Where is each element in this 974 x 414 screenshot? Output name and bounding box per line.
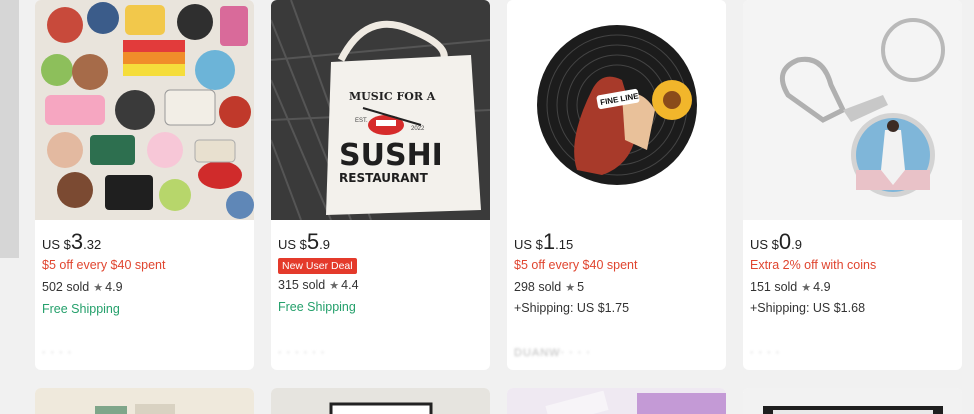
price-decimal: .15 bbox=[555, 237, 574, 252]
price: US $3.32 bbox=[42, 229, 101, 255]
sold-count: 298 sold bbox=[514, 280, 562, 294]
product-image-enamel-pin[interactable]: FINE LINE bbox=[507, 0, 726, 220]
price-currency: US $ bbox=[514, 237, 543, 252]
shipping-info: +Shipping: US $1.75 bbox=[514, 301, 630, 315]
sold-count: 151 sold bbox=[750, 280, 798, 294]
rating-value: 5 bbox=[577, 280, 585, 294]
sold-count: 502 sold bbox=[42, 280, 90, 294]
rating-value: 4.9 bbox=[813, 280, 831, 294]
rating-value: 4.9 bbox=[105, 280, 123, 294]
price-integer: 3 bbox=[70, 229, 84, 254]
price-decimal: .32 bbox=[83, 237, 102, 252]
shipping-info: Free Shipping bbox=[278, 300, 356, 314]
tote-text-restaurant: RESTAURANT bbox=[339, 171, 429, 185]
price-currency: US $ bbox=[278, 237, 307, 252]
product-card-keychain[interactable]: US $0.9 Extra 2% off with coins 151 sold… bbox=[743, 0, 962, 370]
store-name[interactable]: DUANW‧ ‧ ‧ ‧ bbox=[514, 346, 591, 359]
price-currency: US $ bbox=[42, 237, 71, 252]
shipping-info: +Shipping: US $1.68 bbox=[750, 301, 866, 315]
sold-rating: 151 sold ★ 4.9 bbox=[750, 280, 831, 294]
product-card-enamel-pin[interactable]: FINE LINE US $1.15 $5 off every $40 spen… bbox=[507, 0, 726, 370]
page-scrollbar[interactable] bbox=[0, 0, 19, 258]
product-card-row2-1[interactable] bbox=[35, 388, 254, 414]
star-icon: ★ bbox=[801, 282, 812, 294]
shipping-info: Free Shipping bbox=[42, 302, 120, 316]
promo-text: Extra 2% off with coins bbox=[750, 258, 877, 272]
product-card-row2-3[interactable] bbox=[507, 388, 726, 414]
store-name[interactable]: ‧ ‧ ‧ ‧ bbox=[750, 346, 780, 359]
rating-value: 4.4 bbox=[341, 278, 359, 292]
sold-rating: 315 sold ★ 4.4 bbox=[278, 278, 359, 292]
star-icon: ★ bbox=[565, 282, 576, 294]
store-name[interactable]: ‧ ‧ ‧ ‧ bbox=[42, 346, 72, 359]
price: US $0.9 bbox=[750, 229, 802, 255]
price-decimal: .9 bbox=[791, 237, 802, 252]
price-integer: 5 bbox=[306, 229, 320, 254]
product-image-stickers[interactable] bbox=[35, 0, 254, 220]
price: US $5.9 bbox=[278, 229, 330, 255]
price-integer: 1 bbox=[542, 229, 556, 254]
price: US $1.15 bbox=[514, 229, 573, 255]
tote-text-sushi: SUSHI bbox=[339, 138, 443, 173]
price-decimal: .9 bbox=[319, 237, 330, 252]
product-card-tote-bag[interactable]: MUSIC FOR A EST. 2022 SUSHI RESTAURANT U… bbox=[271, 0, 490, 370]
promo-text: $5 off every $40 spent bbox=[42, 258, 166, 272]
sold-rating: 502 sold ★ 4.9 bbox=[42, 280, 123, 294]
new-user-deal-badge: New User Deal bbox=[278, 258, 357, 274]
store-name[interactable]: ‧ ‧ ‧ ‧ ‧ ‧ bbox=[278, 346, 325, 359]
product-image-tote-bag[interactable]: MUSIC FOR A EST. 2022 SUSHI RESTAURANT bbox=[271, 0, 490, 220]
product-card-stickers[interactable]: US $3.32 $5 off every $40 spent 502 sold… bbox=[35, 0, 254, 370]
product-card-row2-4[interactable] bbox=[743, 388, 962, 414]
star-icon: ★ bbox=[93, 282, 104, 294]
sold-count: 315 sold bbox=[278, 278, 326, 292]
star-icon: ★ bbox=[329, 280, 340, 292]
promo-text: $5 off every $40 spent bbox=[514, 258, 638, 272]
product-card-row2-2[interactable] bbox=[271, 388, 490, 414]
sold-rating: 298 sold ★ 5 bbox=[514, 280, 584, 294]
tote-text-year: 2022 bbox=[411, 126, 425, 132]
price-currency: US $ bbox=[750, 237, 779, 252]
tote-text-music: MUSIC FOR A bbox=[349, 90, 436, 103]
price-integer: 0 bbox=[778, 229, 792, 254]
product-image-keychain[interactable] bbox=[743, 0, 962, 220]
tote-text-est: EST. bbox=[355, 118, 368, 124]
